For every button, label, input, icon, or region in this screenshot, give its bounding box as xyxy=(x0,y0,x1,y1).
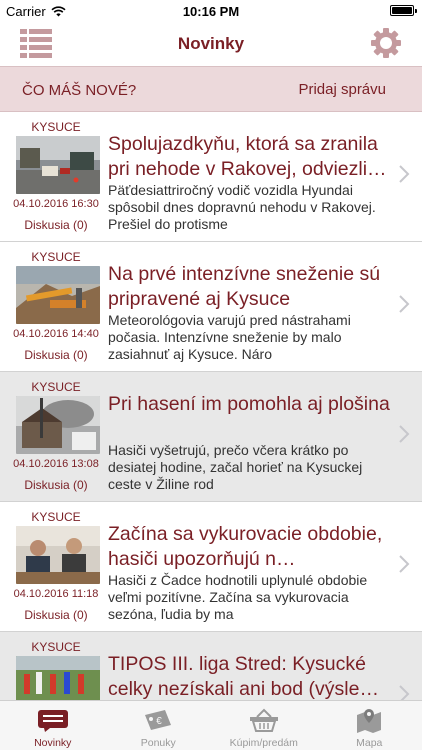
article-snippet: Meteorológovia varujú pred nástrahami po… xyxy=(108,312,351,362)
chevron-right-icon xyxy=(399,555,410,573)
article-thumbnail xyxy=(16,526,100,584)
tab-kupim-predam[interactable]: Kúpim/predám xyxy=(211,701,317,750)
article-date: 04.10.2016 13:08 xyxy=(13,458,99,470)
page-title: Novinky xyxy=(177,34,245,53)
offers-icon: € xyxy=(145,710,172,730)
article-thumbnail xyxy=(16,136,100,194)
article-title: Pri hasení im pomohla aj plošina xyxy=(108,393,390,415)
tab-label: Mapa xyxy=(356,737,383,749)
status-bar: Carrier 10:16 PM xyxy=(0,0,422,22)
article-row[interactable]: KYSUCE 04.10.2016 16:30 Diskusia (0) Spo… xyxy=(0,112,422,242)
article-row[interactable]: KYSUCE 04.10.2016 11:18 Diskusia (0) Zač… xyxy=(0,502,422,632)
chevron-right-icon xyxy=(399,295,410,313)
compose-bar: ČO MÁŠ NOVÉ? Pridaj správu xyxy=(0,66,422,112)
basket-icon xyxy=(249,708,278,732)
discussion-link[interactable]: Diskusia (0) xyxy=(0,478,112,492)
tab-label: Novinky xyxy=(34,737,72,749)
article-row[interactable]: KYSUCE 04.10.2016 14:40 Diskusia (0) Na … xyxy=(0,242,422,372)
article-snippet: Päťdesiattriročný vodič vozidla Hyundai … xyxy=(108,182,376,232)
discussion-link[interactable]: Diskusia (0) xyxy=(0,348,112,362)
map-icon xyxy=(357,709,382,733)
article-snippet: Hasiči z Čadce hodnotili uplynulé obdobi… xyxy=(108,572,368,622)
tab-label: Ponuky xyxy=(140,737,176,749)
article-row[interactable]: KYSUCE 04.10.2016 13:08 Diskusia (0) Pri… xyxy=(0,372,422,502)
tab-mapa[interactable]: Mapa xyxy=(317,701,422,750)
whats-new-prompt[interactable]: ČO MÁŠ NOVÉ? xyxy=(22,82,136,99)
tab-label: Kúpim/predám xyxy=(229,737,298,749)
add-post-button[interactable]: Pridaj správu xyxy=(298,81,386,98)
article-region: KYSUCE xyxy=(31,640,81,654)
article-row[interactable]: KYSUCE TIPOS III. liga Stred: Kysucké ce… xyxy=(0,632,422,700)
article-region: KYSUCE xyxy=(31,250,81,264)
svg-text:€: € xyxy=(156,716,162,727)
article-title: Na prvé intenzívne sneženie sú pripraven… xyxy=(108,263,381,310)
chevron-right-icon xyxy=(399,425,410,443)
article-list[interactable]: KYSUCE 04.10.2016 16:30 Diskusia (0) Spo… xyxy=(0,112,422,700)
tab-bar: Novinky € Ponuky Kúpim/predám Mapa xyxy=(0,700,422,750)
article-region: KYSUCE xyxy=(31,120,81,134)
article-thumbnail xyxy=(16,266,100,324)
article-date: 04.10.2016 14:40 xyxy=(13,328,99,340)
discussion-link[interactable]: Diskusia (0) xyxy=(0,608,112,622)
article-date: 04.10.2016 16:30 xyxy=(13,198,99,210)
article-snippet: Hasiči vyšetrujú, prečo včera krátko po … xyxy=(108,442,363,492)
article-title: Začína sa vykurovacie obdobie, hasiči up… xyxy=(108,523,383,570)
article-date: 04.10.2016 11:18 xyxy=(13,588,99,600)
navigation-bar: Novinky xyxy=(0,22,422,66)
article-thumbnail xyxy=(16,396,100,454)
article-title: Spolujazdkyňu, ktorá sa zranila pri neho… xyxy=(108,133,387,180)
chevron-right-icon xyxy=(399,165,410,183)
chevron-right-icon xyxy=(399,685,410,700)
clock: 10:16 PM xyxy=(182,4,240,19)
article-thumbnail xyxy=(16,656,100,700)
news-icon xyxy=(37,710,68,732)
tab-novinky[interactable]: Novinky xyxy=(0,701,106,750)
article-region: KYSUCE xyxy=(31,380,81,394)
gear-icon xyxy=(371,28,401,58)
article-region: KYSUCE xyxy=(31,510,81,524)
settings-button[interactable] xyxy=(370,27,402,59)
tab-ponuky[interactable]: € Ponuky xyxy=(106,701,212,750)
battery-icon xyxy=(390,5,417,16)
article-title: TIPOS III. liga Stred: Kysucké celky nez… xyxy=(108,653,379,700)
discussion-link[interactable]: Diskusia (0) xyxy=(0,218,112,232)
